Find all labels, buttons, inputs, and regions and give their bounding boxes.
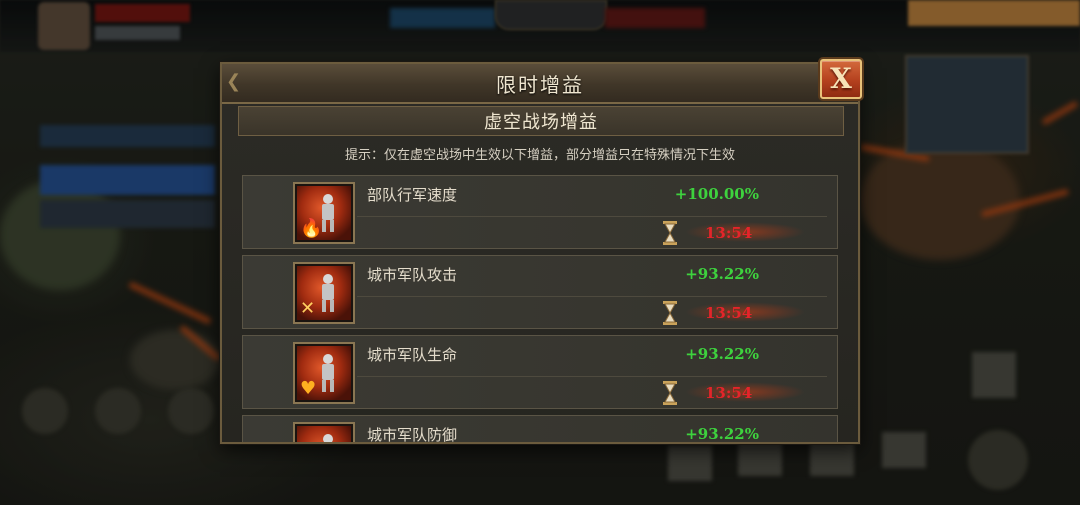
buff-timer: 13:54 — [705, 384, 753, 402]
buff-name: 部队行军速度 — [367, 186, 458, 204]
buff-name: 城市军队攻击 — [367, 266, 458, 284]
row-divider — [357, 376, 827, 377]
section-title: 虚空战场增益 — [484, 112, 598, 133]
row-divider — [357, 216, 827, 217]
buff-row: ✕ 城市军队攻击 +93.22% 13:54 — [242, 255, 838, 329]
health-icon: ♥ — [293, 342, 355, 404]
close-button[interactable]: X — [820, 59, 862, 99]
march-speed-icon: 🔥 — [293, 182, 355, 244]
buff-value: +93.22% — [685, 345, 759, 363]
close-icon: X — [830, 62, 852, 95]
hourglass-icon — [663, 381, 677, 405]
buff-dialog: ❮ 限时增益 虚空战场增益 提示：仅在虚空战场中生效以下增益，部分增益只在特殊情… — [220, 62, 860, 444]
row-divider — [357, 296, 827, 297]
buff-row: ♥ 城市军队生命 +93.22% 13:54 — [242, 335, 838, 409]
buff-value: +100.00% — [674, 185, 759, 203]
buff-name: 城市军队生命 — [367, 346, 458, 364]
section-header: 虚空战场增益 — [238, 106, 844, 136]
attack-icon: ✕ — [293, 262, 355, 324]
buff-value: +93.22% — [685, 265, 759, 283]
buff-timer: 13:54 — [705, 304, 753, 322]
buff-list[interactable]: 🔥 部队行军速度 +100.00% 13:54 ✕ 城市军队攻击 +93.22% — [242, 175, 840, 444]
buff-name: 城市军队防御 — [367, 426, 458, 444]
hourglass-icon — [663, 221, 677, 245]
buff-value: +93.22% — [685, 425, 759, 443]
buff-row: 城市军队防御 +93.22% — [242, 415, 838, 444]
dialog-title: 限时增益 — [496, 72, 584, 97]
hint-text: 提示：仅在虚空战场中生效以下增益，部分增益只在特殊情况下生效 — [344, 148, 735, 163]
dialog-title-bar: ❮ 限时增益 — [222, 64, 858, 104]
buff-timer: 13:54 — [705, 224, 753, 242]
buff-row: 🔥 部队行军速度 +100.00% 13:54 — [242, 175, 838, 249]
corner-ornament-icon: ❮ — [226, 71, 242, 92]
defense-icon — [293, 422, 355, 442]
hourglass-icon — [663, 301, 677, 325]
